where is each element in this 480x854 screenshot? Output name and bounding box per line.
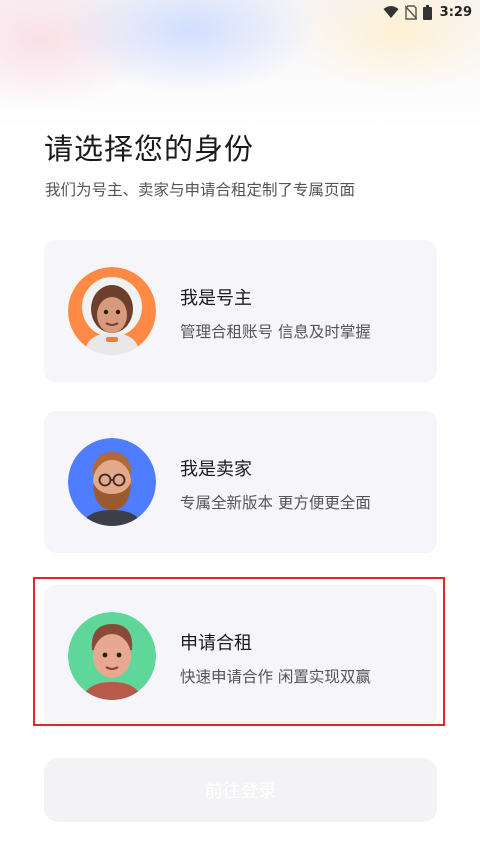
role-card-seller[interactable]: 我是卖家 专属全新版本 更方便更全面	[44, 411, 437, 553]
wifi-icon	[383, 5, 399, 19]
role-card-co-renter[interactable]: 申请合租 快速申请合作 闲置实现双赢	[44, 585, 437, 727]
seller-role-desc: 专属全新版本 更方便更全面	[180, 494, 371, 512]
owner-role-name: 我是号主	[180, 288, 252, 309]
status-bar: 3:29	[0, 0, 480, 24]
page-title: 请选择您的身份	[44, 132, 255, 166]
seller-role-name: 我是卖家	[180, 459, 252, 480]
co-renter-role-name: 申请合租	[180, 633, 252, 654]
owner-role-desc: 管理合租账号 信息及时掌握	[180, 323, 371, 341]
status-time: 3:29	[439, 4, 472, 20]
go-login-button[interactable]: 前往登录	[44, 758, 437, 822]
seller-avatar	[68, 438, 156, 526]
no-sim-icon	[404, 4, 417, 20]
owner-avatar	[68, 267, 156, 355]
role-card-owner[interactable]: 我是号主 管理合租账号 信息及时掌握	[44, 240, 437, 382]
co-renter-role-desc: 快速申请合作 闲置实现双赢	[180, 668, 371, 686]
page-subtitle: 我们为号主、卖家与申请合租定制了专属页面	[45, 181, 356, 199]
battery-icon	[422, 4, 432, 20]
co-renter-avatar	[68, 612, 156, 700]
